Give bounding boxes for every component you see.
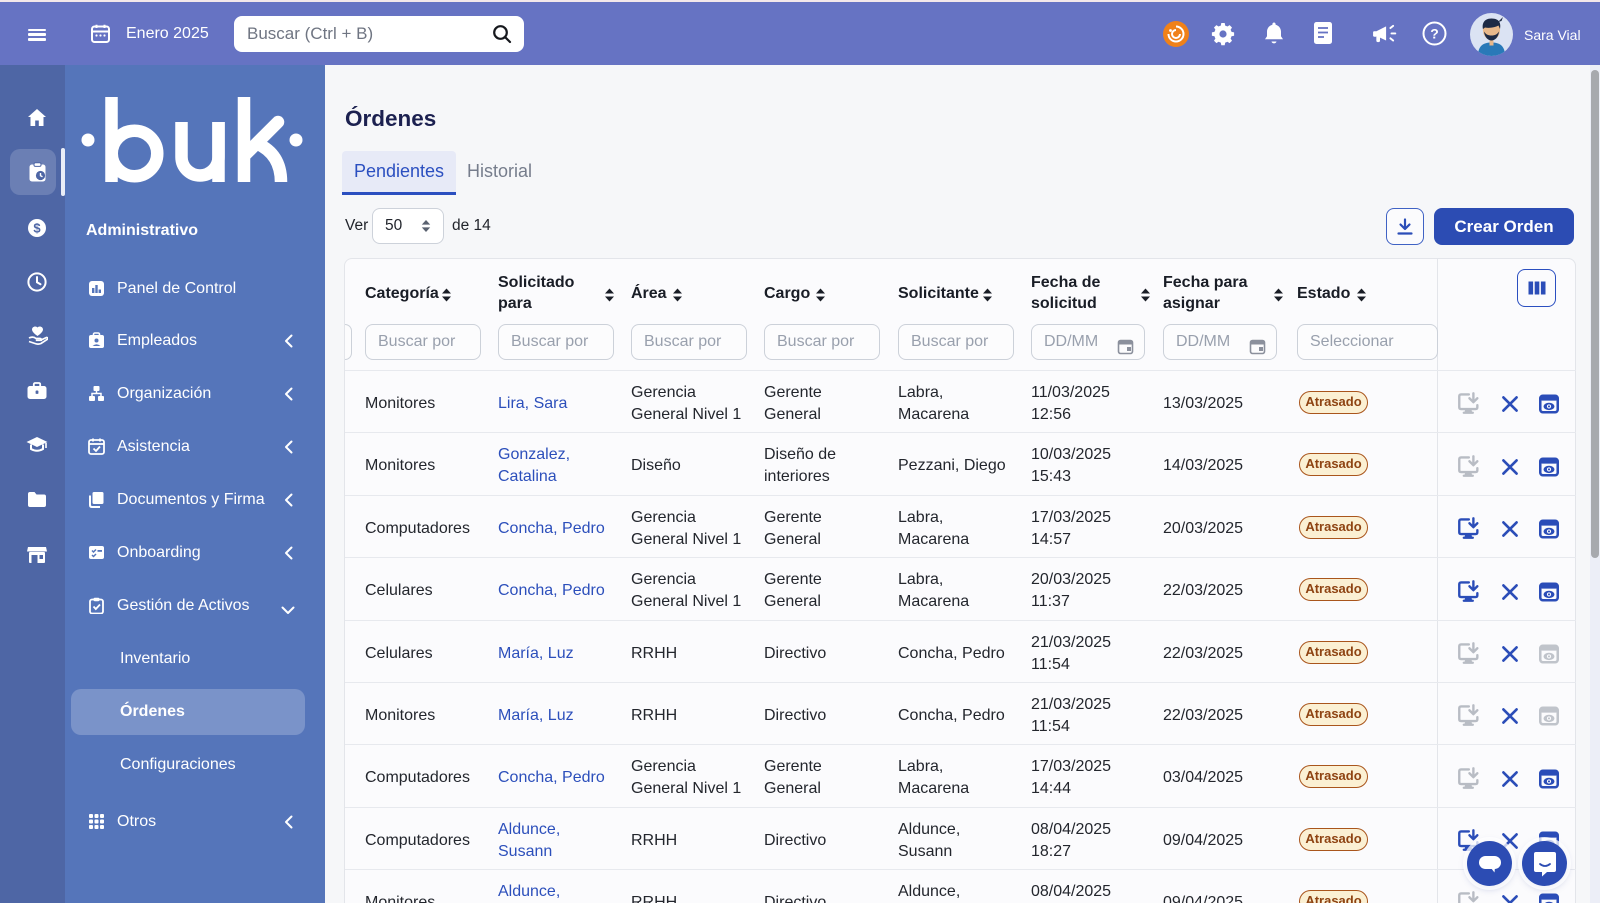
svg-text:?: ? <box>1430 26 1439 42</box>
svg-text:$: $ <box>33 221 41 236</box>
